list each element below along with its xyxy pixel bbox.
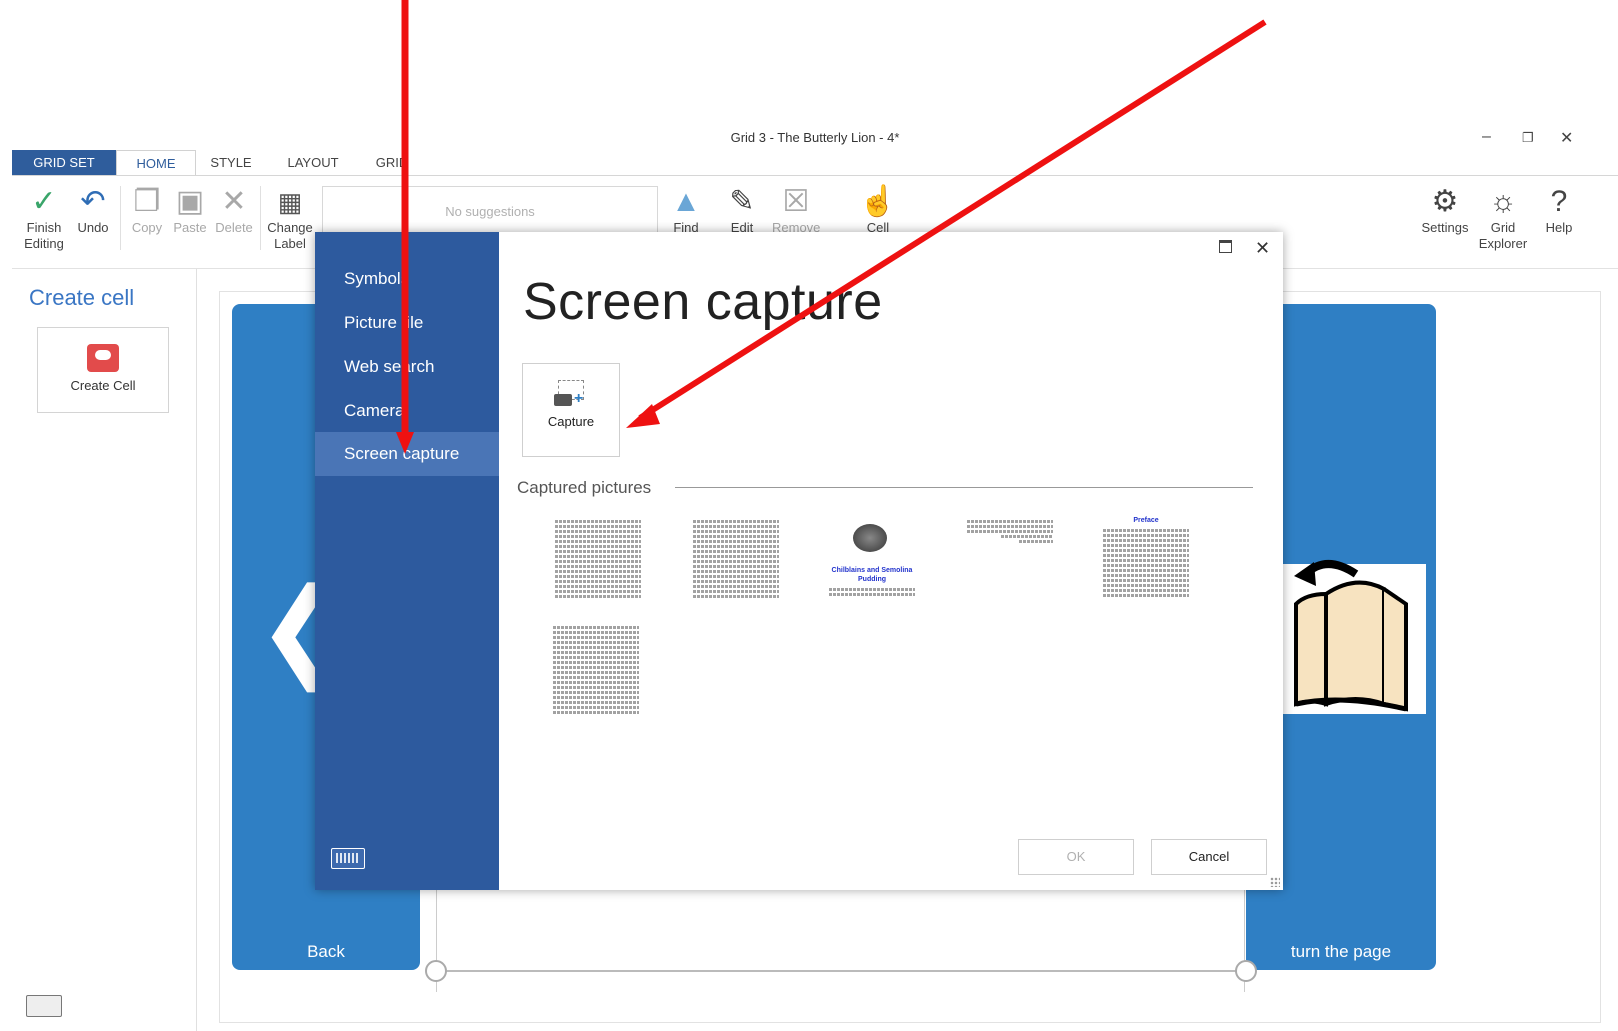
close-icon[interactable]: ✕ (1255, 238, 1270, 259)
paste-label: Paste (173, 220, 207, 235)
undo-label: Undo (77, 220, 109, 235)
undo-button[interactable]: ↶ Undo (70, 184, 116, 236)
pencil-icon: ✎ (729, 185, 755, 218)
change-label-label: Change Label (267, 220, 313, 251)
edit-button[interactable]: ✎ Edit (718, 184, 766, 236)
captured-thumbnail[interactable] (693, 520, 779, 600)
create-cell-label: Create Cell (70, 378, 136, 393)
tab-grid[interactable]: GRID (364, 150, 420, 176)
section-divider (675, 487, 1253, 488)
undo-icon: ↶ (80, 185, 106, 218)
picture-icon: ▲ (671, 185, 701, 218)
captured-thumbnail[interactable] (555, 520, 641, 600)
keyboard-icon[interactable] (26, 995, 62, 1017)
gear-icon: ⚙ (1431, 185, 1459, 218)
close-icon[interactable]: ✕ (1560, 128, 1573, 148)
resize-grip[interactable] (1270, 877, 1280, 887)
settings-button[interactable]: ⚙ Settings (1420, 184, 1470, 236)
title-bar: Grid 3 - The Butterly Lion - 4* – ❐ ✕ (12, 112, 1618, 148)
captured-thumbnail[interactable] (967, 520, 1053, 545)
dialog-title: Screen capture (523, 273, 883, 331)
ok-button[interactable]: OK (1018, 839, 1134, 875)
copy-button[interactable]: ❐ Copy (124, 184, 170, 236)
capture-label: Capture (547, 414, 595, 429)
copy-label: Copy (131, 220, 163, 235)
dialog-sidebar: Symbols Picture file Web search Camera S… (315, 232, 499, 890)
delete-label: Delete (215, 220, 253, 235)
text-cursor-icon: ▦ (277, 187, 303, 217)
help-button[interactable]: ? Help (1534, 184, 1584, 236)
delete-icon: ✕ (221, 185, 247, 218)
checkmark-icon: ✓ (31, 185, 57, 218)
ribbon-tabs: GRID SET HOME STYLE LAYOUT GRID (12, 150, 1618, 178)
settings-label: Settings (1421, 220, 1469, 235)
maximize-icon[interactable] (1219, 240, 1232, 253)
paste-icon: ▣ (175, 185, 205, 218)
ribbon-separator (260, 186, 261, 250)
nav-web-search[interactable]: Web search (315, 345, 499, 389)
change-label-button[interactable]: ▦ Change Label (264, 184, 316, 252)
cancel-button[interactable]: Cancel (1151, 839, 1267, 875)
finish-editing-button[interactable]: ✓ Finish Editing (18, 184, 70, 252)
ribbon-separator (120, 186, 121, 250)
remove-button[interactable]: ☒ Remove (772, 184, 820, 236)
tab-home[interactable]: HOME (116, 150, 196, 178)
screen-capture-dialog: Symbols Picture file Web search Camera S… (315, 232, 1283, 890)
thumbnail-image (853, 524, 887, 552)
tab-grid-set[interactable]: GRID SET (12, 150, 116, 176)
turn-page-label: turn the page (1290, 942, 1392, 961)
nav-camera[interactable]: Camera (315, 389, 499, 433)
help-icon: ? (1550, 185, 1568, 218)
resize-handle[interactable] (425, 960, 447, 982)
delete-button[interactable]: ✕ Delete (210, 184, 258, 236)
left-panel: Create cell Create Cell (12, 269, 197, 1031)
help-label: Help (1545, 220, 1573, 235)
remove-icon: ☒ (782, 185, 810, 218)
back-cell-label: Back (307, 942, 345, 961)
cell-guide (436, 970, 1244, 972)
book-icon (1266, 560, 1426, 714)
camera-icon: + (554, 380, 588, 410)
captured-thumbnail[interactable]: Chilblains and Semolina Pudding (829, 524, 915, 598)
finish-editing-label: Finish Editing (24, 220, 64, 251)
nav-picture-file[interactable]: Picture file (315, 301, 499, 345)
resize-handle[interactable] (1235, 960, 1257, 982)
window-title: Grid 3 - The Butterly Lion - 4* (730, 130, 900, 145)
captured-thumbnail[interactable]: Preface (1103, 516, 1189, 599)
keyboard-icon[interactable] (331, 848, 365, 869)
nav-symbols[interactable]: Symbols (315, 257, 499, 301)
thumbnail-title: Preface (1133, 517, 1159, 524)
captured-pictures-heading: Captured pictures (517, 478, 652, 497)
compass-icon: ☼ (1489, 185, 1517, 218)
find-button[interactable]: ▲ Find (662, 184, 710, 236)
minimize-icon[interactable]: – (1482, 128, 1491, 146)
cell-button[interactable]: ☝ Cell (854, 184, 902, 236)
grid-explorer-label: Grid Explorer (1478, 220, 1528, 251)
paste-button[interactable]: ▣ Paste (168, 184, 212, 236)
touch-icon: ☝ (859, 185, 897, 218)
nav-screen-capture[interactable]: Screen capture (315, 432, 499, 476)
copy-icon: ❐ (133, 185, 161, 218)
captured-thumbnail[interactable] (553, 626, 639, 716)
speech-bubble-icon (87, 344, 119, 372)
tab-layout[interactable]: LAYOUT (278, 150, 348, 176)
create-cell-heading: Create cell (29, 285, 135, 310)
grid-explorer-button[interactable]: ☼ Grid Explorer (1478, 184, 1528, 252)
tab-style[interactable]: STYLE (200, 150, 262, 176)
thumbnail-title: Chilblains and Semolina Pudding (831, 567, 913, 583)
create-cell-button[interactable]: Create Cell (37, 327, 169, 413)
capture-button[interactable]: + Capture (522, 363, 620, 457)
restore-icon[interactable]: ❐ (1522, 130, 1534, 146)
